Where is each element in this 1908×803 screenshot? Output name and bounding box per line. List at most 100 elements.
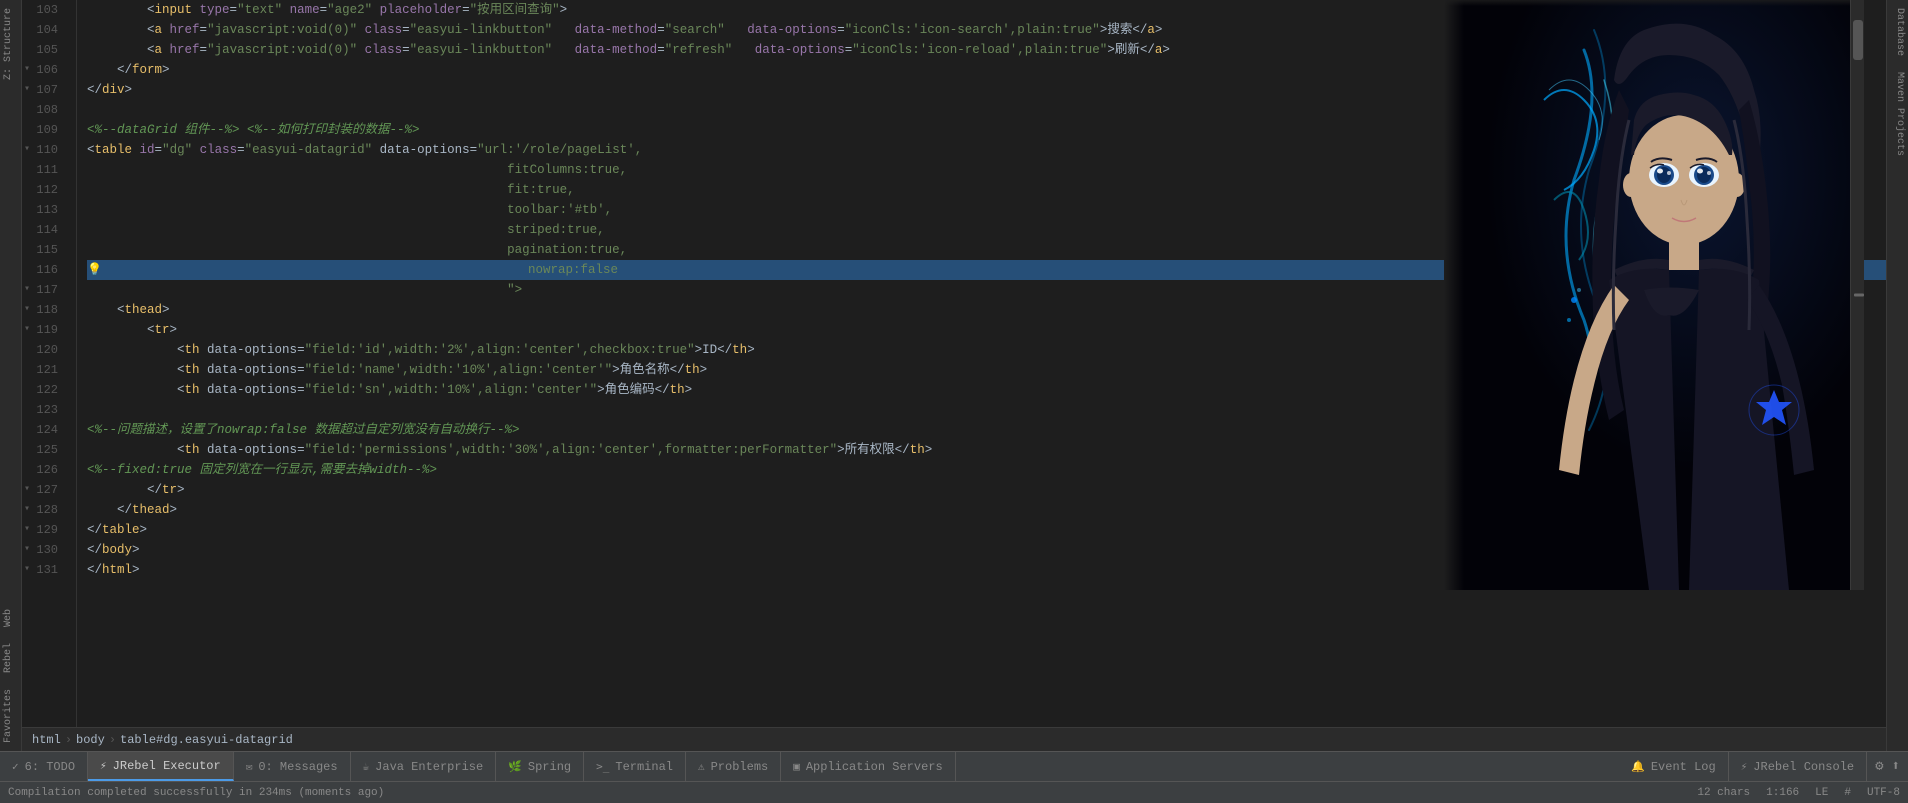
jrebel-console-label: JRebel Console: [1753, 760, 1854, 774]
compilation-status: Compilation completed successfully in 23…: [8, 787, 384, 799]
spring-icon: 🌿: [508, 760, 522, 774]
sidebar-item-rebel[interactable]: Rebel: [0, 635, 21, 681]
tab-problems-label: Problems: [711, 760, 769, 774]
plain-token: >: [162, 60, 170, 80]
breadcrumb-item-body[interactable]: body: [76, 733, 105, 747]
string-token: "field:'name',width:'10%',align:'center'…: [305, 360, 613, 380]
code-line-123[interactable]: [87, 400, 1886, 420]
code-line-103[interactable]: <input type="text" name="age2" placehold…: [87, 0, 1886, 20]
code-line-108[interactable]: [87, 100, 1886, 120]
code-line-130[interactable]: </body>: [87, 540, 1886, 560]
tab-messages[interactable]: ✉ 0: Messages: [234, 752, 351, 781]
code-line-121[interactable]: <th data-options="field:'name',width:'10…: [87, 360, 1886, 380]
sidebar-item-structure[interactable]: Z: Structure: [0, 0, 21, 88]
fold-icon-118[interactable]: ▾: [24, 300, 30, 320]
plain-token: =: [657, 40, 665, 60]
breadcrumb-item-table[interactable]: table#dg.easyui-datagrid: [120, 733, 293, 747]
code-line-109[interactable]: <%--dataGrid 组件--%> <%--如何打印封装的数据--%>: [87, 120, 1886, 140]
code-line-118[interactable]: <thead>: [87, 300, 1886, 320]
tab-spring-label: Spring: [528, 760, 571, 774]
plain-token: >: [925, 440, 933, 460]
code-line-116[interactable]: 💡 nowrap:false: [87, 260, 1886, 280]
fold-icon-117[interactable]: ▾: [24, 280, 30, 300]
breadcrumb-item-html[interactable]: html: [32, 733, 61, 747]
selected-token: nowrap:false: [528, 260, 618, 280]
scrollbar-line: [1854, 294, 1864, 297]
fold-icon-107[interactable]: ▾: [24, 80, 30, 100]
sidebar-item-maven[interactable]: Maven Projects: [1887, 64, 1908, 164]
code-line-111[interactable]: fitColumns:true,: [87, 160, 1886, 180]
tag-token: th: [685, 360, 700, 380]
plain-token: data-options=: [200, 380, 305, 400]
fold-icon-131[interactable]: ▾: [24, 560, 30, 580]
fold-icon-110[interactable]: ▾: [24, 140, 30, 160]
plain-token: <: [87, 140, 95, 160]
code-line-117[interactable]: ">: [87, 280, 1886, 300]
tag-token: thead: [125, 300, 163, 320]
plain-token: </: [87, 540, 102, 560]
sidebar-item-favorites[interactable]: Favorites: [0, 681, 21, 751]
sidebar-item-database[interactable]: Database: [1887, 0, 1908, 64]
tab-jrebel-console[interactable]: ⚡ JRebel Console: [1729, 752, 1867, 781]
fold-icon-129[interactable]: ▾: [24, 520, 30, 540]
code-editor[interactable]: 103104105▾106▾107108109▾1101111121131141…: [22, 0, 1886, 751]
tag-token: form: [132, 60, 162, 80]
code-line-114[interactable]: striped:true,: [87, 220, 1886, 240]
string-token: "iconCls:'icon-reload',plain:true": [852, 40, 1107, 60]
code-line-110[interactable]: <table id="dg" class="easyui-datagrid" d…: [87, 140, 1886, 160]
code-line-112[interactable]: fit:true,: [87, 180, 1886, 200]
fold-icon-106[interactable]: ▾: [24, 60, 30, 80]
code-content[interactable]: <input type="text" name="age2" placehold…: [77, 0, 1886, 727]
plain-token: >: [140, 520, 148, 540]
tab-terminal[interactable]: >_ Terminal: [584, 752, 686, 781]
code-line-107[interactable]: </div>: [87, 80, 1886, 100]
fold-icon-128[interactable]: ▾: [24, 500, 30, 520]
fold-icon-119[interactable]: ▾: [24, 320, 30, 340]
settings-icon[interactable]: ⚙: [1875, 758, 1883, 775]
string-token: "iconCls:'icon-search',plain:true": [845, 20, 1100, 40]
code-line-128[interactable]: </thead>: [87, 500, 1886, 520]
attr-token: href: [162, 40, 200, 60]
tab-spring[interactable]: 🌿 Spring: [496, 752, 584, 781]
scrollbar-thumb[interactable]: [1853, 20, 1863, 60]
code-line-127[interactable]: </tr>: [87, 480, 1886, 500]
string-token: "field:'id',width:'2%',align:'center',ch…: [305, 340, 695, 360]
code-line-129[interactable]: </table>: [87, 520, 1886, 540]
plain-token: >ID</: [695, 340, 733, 360]
plain-token: <: [87, 320, 155, 340]
fold-icon-130[interactable]: ▾: [24, 540, 30, 560]
status-right: 12 chars 1:166 LE # UTF-8: [1697, 787, 1900, 799]
code-line-106[interactable]: </form>: [87, 60, 1886, 80]
code-line-126[interactable]: <%--fixed:true 固定列宽在一行显示,需要去掉width--%>: [87, 460, 1886, 480]
char-count: 12 chars: [1697, 787, 1750, 799]
tag-token: html: [102, 560, 132, 580]
sidebar-item-web[interactable]: Web: [0, 601, 21, 635]
code-line-120[interactable]: <th data-options="field:'id',width:'2%',…: [87, 340, 1886, 360]
editor-scrollbar[interactable]: [1850, 0, 1864, 590]
expand-icon[interactable]: ⬆: [1892, 758, 1900, 775]
plain-token: >: [747, 340, 755, 360]
plain-token: </: [87, 60, 132, 80]
code-line-104[interactable]: <a href="javascript:void(0)" class="easy…: [87, 20, 1886, 40]
tab-event-log[interactable]: 🔔 Event Log: [1619, 752, 1729, 781]
tab-todo[interactable]: ✓ 6: TODO: [0, 752, 88, 781]
code-line-124[interactable]: <%--问题描述，设置了nowrap:false 数据超过自定列宽没有自动换行-…: [87, 420, 1886, 440]
plain-token: >: [560, 0, 568, 20]
plain-token: data-options=: [372, 140, 477, 160]
tab-jrebel-executor[interactable]: ⚡ JRebel Executor: [88, 752, 234, 781]
code-line-122[interactable]: <th data-options="field:'sn',width:'10%'…: [87, 380, 1886, 400]
tab-problems[interactable]: ⚠ Problems: [686, 752, 781, 781]
tab-app-servers[interactable]: ▣ Application Servers: [781, 752, 955, 781]
code-line-131[interactable]: </html>: [87, 560, 1886, 580]
tab-java-enterprise[interactable]: ☕ Java Enterprise: [351, 752, 497, 781]
code-line-105[interactable]: <a href="javascript:void(0)" class="easy…: [87, 40, 1886, 60]
code-line-115[interactable]: pagination:true,: [87, 240, 1886, 260]
code-line-113[interactable]: toolbar:'#tb',: [87, 200, 1886, 220]
plain-token: =: [402, 40, 410, 60]
string-token: ">: [87, 280, 522, 300]
line-number-121: 121: [22, 360, 66, 380]
code-line-125[interactable]: <th data-options="field:'permissions',wi…: [87, 440, 1886, 460]
fold-icon-127[interactable]: ▾: [24, 480, 30, 500]
tag-token: tr: [155, 320, 170, 340]
code-line-119[interactable]: <tr>: [87, 320, 1886, 340]
